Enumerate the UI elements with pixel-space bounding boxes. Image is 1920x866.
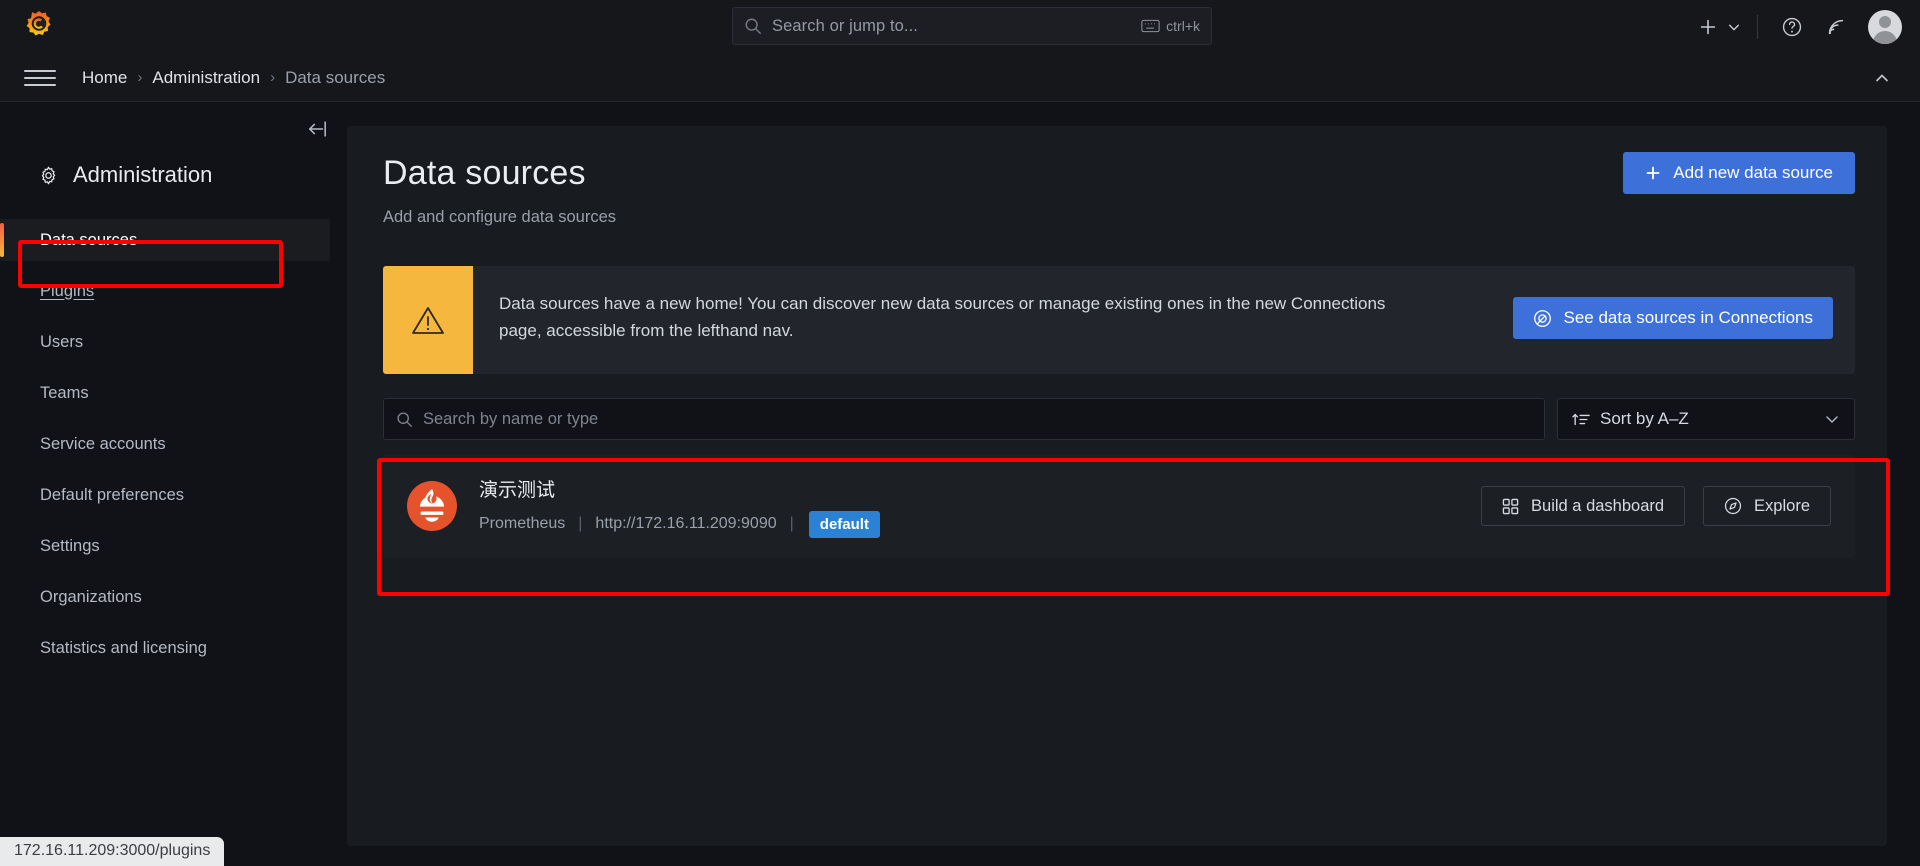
page-subtitle: Add and configure data sources <box>383 208 616 227</box>
datasource-url: http://172.16.11.209:9090 <box>595 515 776 533</box>
sidebar-item-label: Users <box>40 333 83 352</box>
breadcrumb-separator-icon: › <box>137 69 142 86</box>
callout-message: Data sources have a new home! You can di… <box>473 266 1433 374</box>
global-search-input[interactable]: Search or jump to... ctrl+k <box>732 7 1212 45</box>
datasource-meta: 演示测试 Prometheus | http://172.16.11.209:9… <box>479 475 880 538</box>
chevron-down-icon <box>1824 411 1840 427</box>
sidebar-nav-list: Data sources Plugins Users Teams Service… <box>0 219 330 678</box>
sidebar-item-label: Plugins <box>40 282 94 301</box>
sidebar-item-users[interactable]: Users <box>0 321 330 363</box>
breadcrumb-item-data-sources[interactable]: Data sources <box>285 68 385 88</box>
sidebar-item-statistics-and-licensing[interactable]: Statistics and licensing <box>0 627 330 669</box>
sidebar-item-plugins[interactable]: Plugins <box>0 270 330 312</box>
add-new-data-source-button[interactable]: Add new data source <box>1623 152 1855 194</box>
page-title: Data sources <box>383 154 586 193</box>
explore-button[interactable]: Explore <box>1703 486 1831 526</box>
sidebar: Administration Data sources Plugins User… <box>0 102 347 866</box>
datasource-search-input[interactable]: Search by name or type <box>383 398 1545 440</box>
sidebar-item-default-preferences[interactable]: Default preferences <box>0 474 330 516</box>
search-icon <box>744 17 762 35</box>
sidebar-title-label: Administration <box>73 162 212 188</box>
sidebar-item-label: Default preferences <box>40 486 184 505</box>
sidebar-item-label: Statistics and licensing <box>40 639 207 658</box>
plus-icon <box>1645 165 1661 181</box>
main-panel: Data sources Add and configure data sour… <box>347 126 1887 846</box>
datasource-type: Prometheus <box>479 515 565 533</box>
sidebar-section-title: Administration <box>38 162 212 188</box>
compass-icon <box>1724 497 1742 515</box>
sort-amount-up-icon <box>1572 411 1590 428</box>
new-home-callout: Data sources have a new home! You can di… <box>383 266 1855 374</box>
warning-triangle-icon <box>383 266 473 374</box>
see-data-sources-in-connections-button[interactable]: See data sources in Connections <box>1513 297 1834 339</box>
sidebar-item-organizations[interactable]: Organizations <box>0 576 330 618</box>
menu-toggle-button[interactable] <box>24 62 56 94</box>
sidebar-item-label: Organizations <box>40 588 142 607</box>
datasource-search-placeholder: Search by name or type <box>423 410 598 429</box>
sidebar-item-settings[interactable]: Settings <box>0 525 330 567</box>
datasource-list-item[interactable]: 演示测试 Prometheus | http://172.16.11.209:9… <box>383 454 1855 558</box>
sort-select[interactable]: Sort by A–Z <box>1557 398 1855 440</box>
add-new-chevron-down-icon[interactable] <box>1723 5 1745 49</box>
datasource-actions: Build a dashboard Explore <box>1481 486 1831 526</box>
news-feed-icon[interactable] <box>1814 5 1858 49</box>
chevron-up-icon[interactable] <box>1872 68 1892 88</box>
grafana-logo-icon[interactable] <box>22 10 56 44</box>
top-bar: Search or jump to... ctrl+k <box>0 0 1920 54</box>
connections-icon <box>1533 309 1552 328</box>
top-bar-actions <box>1693 0 1902 54</box>
detail-divider: | <box>790 515 794 533</box>
help-icon[interactable] <box>1770 5 1814 49</box>
sidebar-item-label: Teams <box>40 384 89 403</box>
search-shortcut-label: ctrl+k <box>1166 18 1200 34</box>
apps-grid-icon <box>1502 498 1519 515</box>
status-badge: default <box>809 511 880 538</box>
sidebar-item-service-accounts[interactable]: Service accounts <box>0 423 330 465</box>
breadcrumb-separator-icon: › <box>270 69 275 86</box>
datasource-details: Prometheus | http://172.16.11.209:9090 |… <box>479 511 880 538</box>
dock-menu-icon[interactable] <box>307 120 327 138</box>
sidebar-item-data-sources[interactable]: Data sources <box>0 219 330 261</box>
build-a-dashboard-button[interactable]: Build a dashboard <box>1481 486 1685 526</box>
breadcrumb: Home › Administration › Data sources <box>82 68 385 88</box>
explore-label: Explore <box>1754 497 1810 516</box>
global-search-placeholder: Search or jump to... <box>772 17 918 36</box>
avatar[interactable] <box>1868 10 1902 44</box>
sidebar-item-label: Data sources <box>40 231 137 250</box>
gear-icon <box>38 165 59 186</box>
breadcrumb-item-administration[interactable]: Administration <box>152 68 260 88</box>
breadcrumb-bar: Home › Administration › Data sources <box>0 54 1920 102</box>
build-a-dashboard-label: Build a dashboard <box>1531 497 1664 516</box>
sidebar-item-label: Service accounts <box>40 435 166 454</box>
search-shortcut-hint: ctrl+k <box>1141 18 1200 34</box>
add-new-data-source-label: Add new data source <box>1673 163 1833 183</box>
sidebar-item-teams[interactable]: Teams <box>0 372 330 414</box>
toolbar-divider <box>1757 15 1758 39</box>
add-new-button[interactable] <box>1693 5 1723 49</box>
datasource-name: 演示测试 <box>479 475 880 502</box>
detail-divider: | <box>578 515 582 533</box>
sort-select-value: Sort by A–Z <box>1600 409 1689 429</box>
sidebar-item-label: Settings <box>40 537 100 556</box>
browser-status-bar: 172.16.11.209:3000/plugins <box>0 837 224 866</box>
prometheus-logo-icon <box>407 481 457 531</box>
keyboard-icon <box>1141 19 1160 33</box>
search-icon <box>396 411 413 428</box>
connections-button-label: See data sources in Connections <box>1564 308 1814 328</box>
breadcrumb-item-home[interactable]: Home <box>82 68 127 88</box>
